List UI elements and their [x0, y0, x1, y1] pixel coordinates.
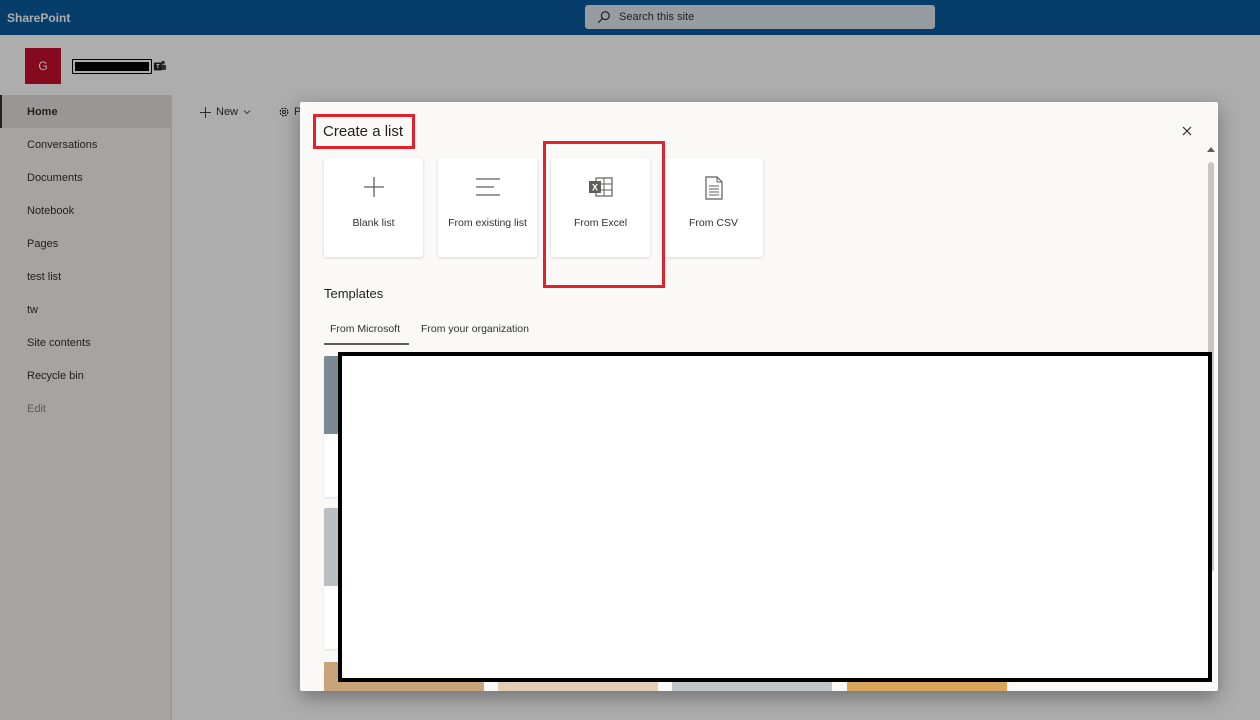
annotation-highlight-excel	[543, 141, 665, 288]
tab-from-microsoft[interactable]: From Microsoft	[330, 323, 400, 335]
templates-heading: Templates	[324, 286, 384, 301]
list-lines-icon	[475, 178, 500, 196]
scroll-up-arrow[interactable]	[1207, 147, 1215, 152]
from-csv-card[interactable]: From CSV	[664, 158, 763, 257]
panel-title: Create a list	[323, 123, 404, 140]
blank-list-card[interactable]: Blank list	[324, 158, 423, 257]
redacted-region	[338, 352, 1212, 682]
from-existing-list-card[interactable]: From existing list	[438, 158, 537, 257]
card-label: Blank list	[352, 217, 395, 229]
tab-active-indicator	[324, 343, 409, 345]
plus-icon	[363, 177, 384, 197]
close-icon[interactable]	[1180, 124, 1194, 138]
tab-from-your-organization[interactable]: From your organization	[421, 323, 529, 335]
card-label: From existing list	[448, 217, 527, 229]
csv-file-icon	[704, 176, 723, 200]
card-label: From CSV	[688, 217, 738, 229]
